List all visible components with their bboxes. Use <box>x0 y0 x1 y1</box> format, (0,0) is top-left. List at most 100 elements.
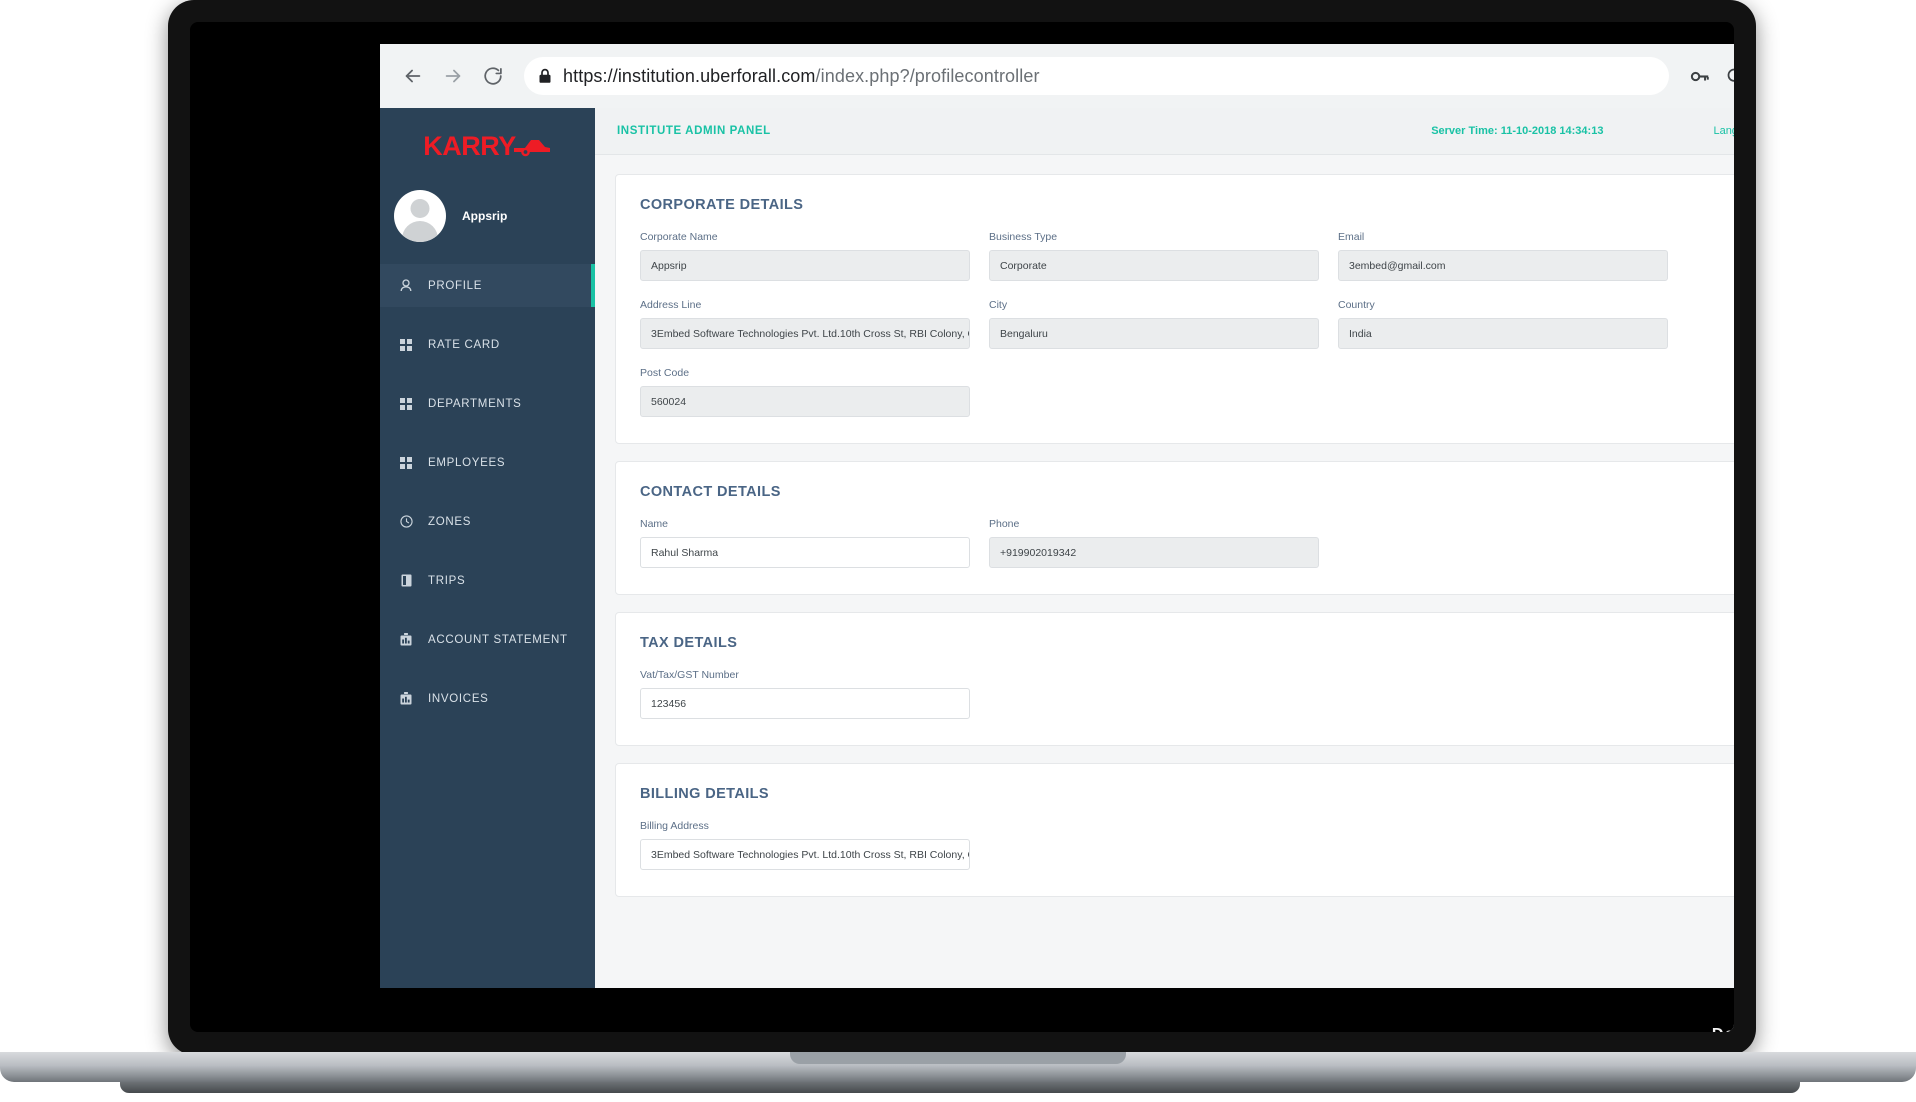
field-label: Billing Address <box>640 820 709 832</box>
card-corporate-details: CORPORATE DETAILS Corporate Name Appsrip… <box>615 174 1734 444</box>
reload-button[interactable] <box>476 59 510 93</box>
avatar <box>394 190 446 242</box>
sidebar-item-departments[interactable]: DEPARTMENTS <box>380 382 595 425</box>
form-row: Vat/Tax/GST Number 123456 <box>640 669 1734 719</box>
card-tax-details: TAX DETAILS Vat/Tax/GST Number 123456 <box>615 612 1734 746</box>
grid-icon <box>398 338 414 351</box>
sidebar-item-employees[interactable]: EMPLOYEES <box>380 441 595 484</box>
app-root: KARRY Appsrip PROFILE RATE CARD DEPARTME… <box>380 108 1734 988</box>
key-icon[interactable] <box>1683 60 1715 92</box>
sidebar-item-label: PROFILE <box>428 279 483 292</box>
phone-input[interactable]: +919902019342 <box>989 537 1319 568</box>
sidebar-item-invoices[interactable]: INVOICES <box>380 677 595 720</box>
car-icon <box>512 135 552 157</box>
sidebar-item-label: DEPARTMENTS <box>428 397 522 410</box>
field-business-type: Business Type Corporate <box>989 231 1319 281</box>
laptop-frame: https://institution.uberforall.com/index… <box>0 0 1916 1102</box>
browser-toolbar: https://institution.uberforall.com/index… <box>380 44 1734 108</box>
field-billing-address: Billing Address 3Embed Software Technolo… <box>640 820 970 870</box>
section-title: TAX DETAILS <box>640 635 738 651</box>
section-title: BILLING DETAILS <box>640 786 769 802</box>
field-phone: Phone +919902019342 <box>989 518 1319 568</box>
field-label: Vat/Tax/GST Number <box>640 669 739 681</box>
chart-icon <box>398 633 414 646</box>
city-input[interactable]: Bengaluru <box>989 318 1319 349</box>
sidebar-item-label: ZONES <box>428 515 472 528</box>
back-button[interactable] <box>396 59 430 93</box>
language-label: Language <box>1713 125 1734 137</box>
country-input[interactable]: India <box>1338 318 1668 349</box>
url-path: /index.php?/profilecontroller <box>815 65 1040 86</box>
server-time: Server Time: 11-10-2018 14:34:13 <box>1431 125 1604 137</box>
brand-name: KARRY <box>423 130 516 161</box>
url-domain: https://institution.uberforall.com <box>563 65 816 86</box>
language-dropdown[interactable]: Language▾ <box>1713 125 1734 137</box>
field-label: Email <box>1338 231 1365 243</box>
field-corporate-name: Corporate Name Appsrip <box>640 231 970 281</box>
user-icon <box>398 279 414 292</box>
site-footer: About Us How It Works Terms Privacy Help… <box>380 988 1734 1032</box>
main-content: INSTITUTE ADMIN PANEL Server Time: 11-10… <box>595 108 1734 988</box>
browser-window: https://institution.uberforall.com/index… <box>380 44 1734 1032</box>
field-label: Country <box>1338 299 1375 311</box>
address-line-input[interactable]: 3Embed Software Technologies Pvt. Ltd.10… <box>640 318 970 349</box>
card-contact-details: CONTACT DETAILS Name Rahul Sharma Phone … <box>615 461 1734 595</box>
clock-icon <box>398 515 414 528</box>
form-row: Name Rahul Sharma Phone +919902019342 <box>640 518 1734 568</box>
sidebar-profile-name: Appsrip <box>462 209 508 223</box>
section-title: CONTACT DETAILS <box>640 484 781 500</box>
grid-icon <box>398 456 414 469</box>
url-text: https://institution.uberforall.com/index… <box>563 66 1040 87</box>
form-row: Corporate Name Appsrip Business Type Cor… <box>640 231 1734 281</box>
field-vat-number: Vat/Tax/GST Number 123456 <box>640 669 970 719</box>
card-billing-details: BILLING DETAILS Billing Address 3Embed S… <box>615 763 1734 897</box>
sidebar-item-profile[interactable]: PROFILE <box>380 264 595 307</box>
book-icon <box>398 574 414 587</box>
laptop-foot <box>120 1082 1800 1093</box>
form-row: Post Code 560024 <box>640 367 1734 417</box>
sidebar-item-label: INVOICES <box>428 692 489 705</box>
field-contact-name: Name Rahul Sharma <box>640 518 970 568</box>
form-row: Billing Address 3Embed Software Technolo… <box>640 820 1734 870</box>
app-topbar: INSTITUTE ADMIN PANEL Server Time: 11-10… <box>595 108 1734 155</box>
download-section: Download the app Download on the App Sto… <box>1611 1026 1734 1033</box>
lock-icon <box>538 68 552 84</box>
field-address-line: Address Line 3Embed Software Technologie… <box>640 299 970 349</box>
field-country: Country India <box>1338 299 1668 349</box>
section-title: CORPORATE DETAILS <box>640 197 804 213</box>
sidebar-item-account-statement[interactable]: ACCOUNT STATEMENT <box>380 618 595 661</box>
corporate-name-input[interactable]: Appsrip <box>640 250 970 281</box>
billing-address-input[interactable]: 3Embed Software Technologies Pvt. Ltd.10… <box>640 839 970 870</box>
magnifier-icon[interactable] <box>1719 60 1734 92</box>
sidebar: KARRY Appsrip PROFILE RATE CARD DEPARTME… <box>380 108 595 988</box>
laptop-notch <box>790 1052 1126 1064</box>
field-label: City <box>989 299 1008 311</box>
sidebar-item-zones[interactable]: ZONES <box>380 500 595 543</box>
business-type-input[interactable]: Corporate <box>989 250 1319 281</box>
vat-number-input[interactable]: 123456 <box>640 688 970 719</box>
sidebar-nav: PROFILE RATE CARD DEPARTMENTS EMPLOYEES … <box>380 264 595 720</box>
field-post-code: Post Code 560024 <box>640 367 970 417</box>
download-title: Download the app <box>1611 1026 1734 1033</box>
page-title: INSTITUTE ADMIN PANEL <box>617 125 771 137</box>
field-label: Name <box>640 518 669 530</box>
sidebar-item-trips[interactable]: TRIPS <box>380 559 595 602</box>
sidebar-item-rate-card[interactable]: RATE CARD <box>380 323 595 366</box>
brand-logo[interactable]: KARRY <box>380 108 595 180</box>
post-code-input[interactable]: 560024 <box>640 386 970 417</box>
email-input[interactable]: 3embed@gmail.com <box>1338 250 1668 281</box>
topbar-right: Server Time: 11-10-2018 14:34:13 Languag… <box>1431 118 1734 144</box>
address-bar[interactable]: https://institution.uberforall.com/index… <box>524 57 1669 95</box>
form-scroll-area[interactable]: CORPORATE DETAILS Corporate Name Appsrip… <box>595 156 1734 988</box>
forward-button[interactable] <box>436 59 470 93</box>
field-label: Business Type <box>989 231 1058 243</box>
form-row: Address Line 3Embed Software Technologie… <box>640 299 1734 349</box>
sidebar-item-label: RATE CARD <box>428 338 500 351</box>
field-label: Corporate Name <box>640 231 718 243</box>
sidebar-profile[interactable]: Appsrip <box>380 180 595 264</box>
grid-icon <box>398 397 414 410</box>
sidebar-item-label: ACCOUNT STATEMENT <box>428 633 568 646</box>
field-label: Address Line <box>640 299 702 311</box>
field-label: Post Code <box>640 367 690 379</box>
contact-name-input[interactable]: Rahul Sharma <box>640 537 970 568</box>
